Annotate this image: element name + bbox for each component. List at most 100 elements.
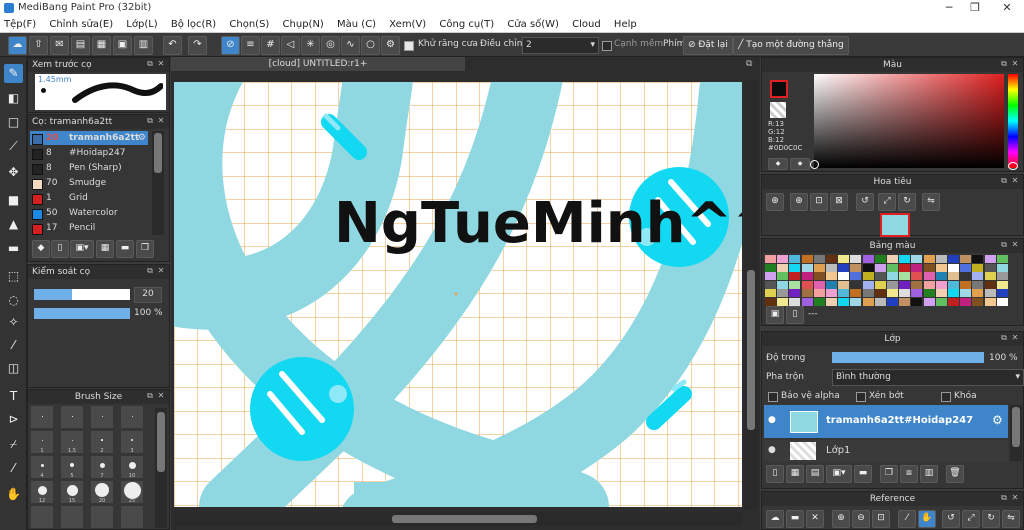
palette-swatch[interactable] [887, 272, 898, 280]
scroll-thumb[interactable] [747, 270, 755, 430]
layer-scrollbar[interactable] [1010, 405, 1022, 461]
palette-swatch[interactable] [826, 297, 837, 306]
brush-size-cell[interactable] [31, 506, 53, 528]
note-icon[interactable]: ▤ [71, 36, 90, 55]
palette-swatch[interactable] [911, 263, 923, 272]
lock-checkbox[interactable] [941, 392, 951, 402]
palette-swatch[interactable] [826, 280, 837, 289]
popout-icon[interactable]: ⧉ [999, 240, 1009, 250]
palette-swatch[interactable] [813, 272, 825, 280]
brush-list-scrollbar[interactable] [152, 131, 164, 235]
menu-file[interactable]: Tệp(F) [0, 17, 40, 33]
ellipse-snap-icon[interactable]: ○ [361, 36, 380, 55]
palette-swatch[interactable] [948, 263, 959, 272]
brush-size-cell[interactable]: 12 [31, 481, 53, 504]
palette-swatch[interactable] [960, 272, 972, 280]
layer-row[interactable]: ● Lớp1 [764, 440, 1008, 462]
palette-swatch[interactable] [935, 272, 947, 280]
scroll-thumb[interactable] [1012, 407, 1020, 447]
delete-layer-icon[interactable]: 🗑 [946, 465, 964, 483]
palette-swatch[interactable] [899, 297, 911, 306]
palette-swatch[interactable] [765, 289, 776, 297]
layer-settings-icon[interactable]: ▥ [920, 465, 938, 483]
palette-swatch[interactable] [911, 280, 923, 289]
eyedropper-icon[interactable]: ⁄ [898, 510, 916, 528]
saturation-value-picker[interactable] [810, 74, 1004, 169]
foreground-color-swatch[interactable] [770, 80, 788, 98]
layer-add-menu-icon[interactable]: ▣▾ [826, 465, 852, 483]
vanishing-snap-icon[interactable]: ◁ [281, 36, 300, 55]
palette-swatch[interactable] [996, 263, 1008, 272]
menu-edit[interactable]: Chỉnh sửa(E) [45, 17, 117, 33]
hand-icon[interactable]: ✋ [918, 510, 936, 528]
cloud-reference-icon[interactable]: ☁ [766, 510, 784, 528]
brush-size-cell[interactable]: 2 [91, 431, 113, 454]
operation-tool-icon[interactable]: ⊳ [4, 410, 23, 429]
palette-swatch[interactable] [935, 297, 947, 306]
palette-swatch[interactable] [862, 263, 874, 272]
dot-tool-icon[interactable]: □ [4, 113, 23, 132]
close-icon[interactable]: ✕ [1010, 59, 1020, 69]
palette-swatch[interactable] [972, 297, 984, 306]
layer-opacity-slider[interactable] [832, 352, 984, 363]
brush-delete-icon[interactable]: ▯ [51, 240, 69, 258]
brush-size-cell[interactable]: 3 [121, 431, 143, 454]
palette-add-icon[interactable]: ▣ [766, 306, 784, 324]
brush-item[interactable]: 20 tramanh6a2tt ⚙ [30, 131, 148, 145]
palette-swatch[interactable] [850, 263, 862, 272]
zoom-in-icon[interactable]: ⊕ [766, 193, 784, 211]
rotate-right-icon[interactable]: ↻ [898, 193, 916, 211]
scroll-thumb[interactable] [157, 412, 165, 472]
menu-window[interactable]: Cửa số(W) [503, 17, 563, 33]
correction-select[interactable]: 2 ▾ [522, 37, 599, 54]
palette-swatch[interactable] [948, 297, 959, 306]
popout-icon[interactable]: ⧉ [145, 59, 155, 69]
palette-swatch[interactable] [777, 263, 789, 272]
palette-swatch[interactable] [972, 272, 984, 280]
reset-button[interactable]: ⊘ Đặt lại [683, 36, 733, 55]
palette-swatch[interactable] [996, 255, 1008, 263]
palette-swatch[interactable] [826, 255, 837, 263]
brush-size-value[interactable]: 20 [134, 287, 162, 303]
palette-swatch[interactable] [984, 255, 996, 263]
hand-tool-icon[interactable]: ✋ [4, 485, 23, 504]
brush-size-cell[interactable]: 20 [91, 481, 113, 504]
pages-icon[interactable]: ▣ [113, 36, 132, 55]
palette-swatch[interactable] [777, 272, 789, 280]
drawing-canvas[interactable]: NgTueMinh^^ [174, 82, 742, 507]
straight-line-button[interactable]: ╱ Tạo một đường thẳng [733, 36, 849, 55]
new-8bit-layer-icon[interactable]: ▤ [806, 465, 824, 483]
palette-swatch[interactable] [765, 255, 776, 263]
transparent-swatch[interactable] [770, 102, 786, 118]
palette-swatch[interactable] [838, 263, 850, 272]
close-icon[interactable]: ✕ [156, 59, 166, 69]
palette-swatch[interactable] [765, 280, 776, 289]
palette-swatch[interactable] [923, 255, 935, 263]
undo-icon[interactable]: ↶ [163, 36, 182, 55]
brush-item[interactable]: 70 Smudge [30, 176, 148, 190]
palette-swatch[interactable] [826, 263, 837, 272]
palette-swatch[interactable] [813, 289, 825, 297]
menu-view[interactable]: Xem(V) [385, 17, 430, 33]
folder-icon[interactable]: ▬ [116, 240, 134, 258]
gear-icon[interactable]: ⚙ [138, 131, 146, 145]
zoom-in-icon[interactable]: ⊕ [832, 510, 850, 528]
brush-item[interactable]: 1 Grid [30, 191, 148, 205]
palette-swatch[interactable] [765, 272, 776, 280]
brush-size-cell[interactable] [121, 406, 143, 428]
menu-help[interactable]: Help [610, 17, 641, 33]
brush-size-cell[interactable] [61, 406, 83, 428]
palette-swatch[interactable] [887, 297, 898, 306]
palette-swatch[interactable] [911, 255, 923, 263]
palette-swatch[interactable] [911, 272, 923, 280]
brush-size-slider[interactable] [34, 289, 130, 300]
palette-swatch[interactable] [972, 289, 984, 297]
document-tab[interactable]: [cloud] UNTITLED:r1+ [171, 57, 465, 71]
palette-swatch[interactable] [935, 255, 947, 263]
brush-size-cell[interactable]: 10 [121, 456, 143, 479]
brush-import-icon[interactable]: ▦ [96, 240, 114, 258]
maximize-button[interactable]: ❐ [960, 0, 990, 17]
palette-swatch[interactable] [862, 297, 874, 306]
palette-swatch[interactable] [935, 263, 947, 272]
fit-window-icon[interactable]: ⤢ [962, 510, 980, 528]
